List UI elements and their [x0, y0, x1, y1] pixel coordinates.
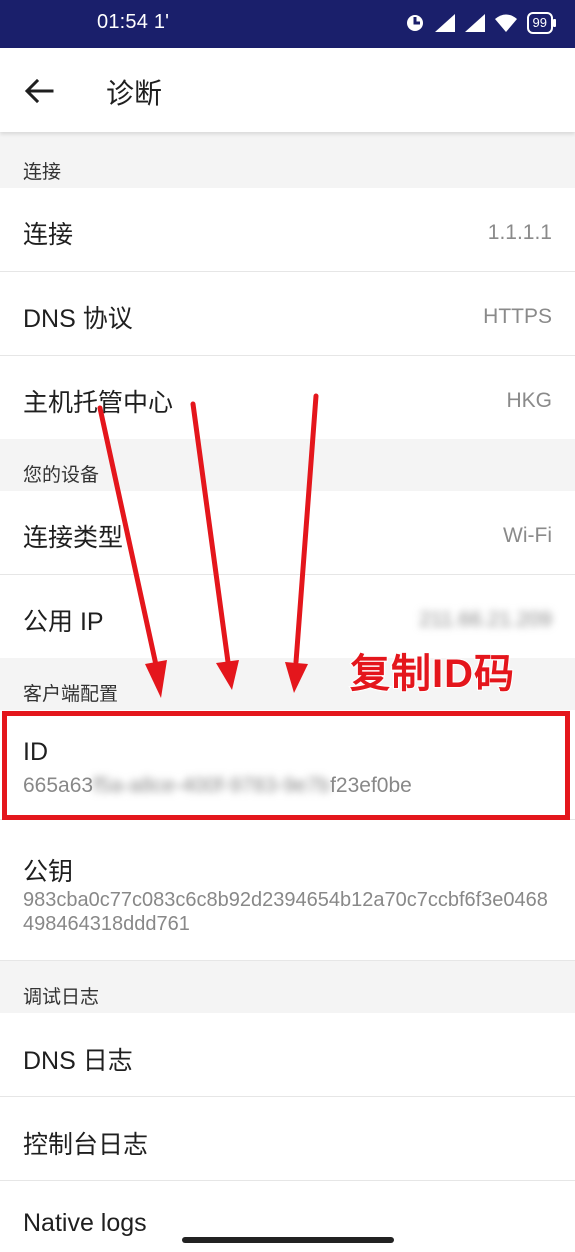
- signal-icon: [434, 14, 455, 32]
- wifi-icon: [494, 14, 517, 32]
- row-colo[interactable]: 主机托管中心 HKG: [0, 356, 575, 439]
- row-label: DNS 协议: [23, 305, 133, 333]
- gesture-nav-bar[interactable]: [182, 1237, 394, 1243]
- row-value: HTTPS: [483, 305, 552, 328]
- row-value: 1.1.1.1: [487, 221, 552, 244]
- row-label: 主机托管中心: [23, 389, 174, 417]
- section-header-device: 您的设备: [0, 439, 575, 491]
- row-dns-protocol[interactable]: DNS 协议 HTTPS: [0, 272, 575, 356]
- annotation-text: 复制ID码: [349, 651, 515, 697]
- app-bar: 诊断: [0, 48, 575, 132]
- row-public-key[interactable]: 公钥 983cba0c77c083c6c8b92d2394654b12a70c7…: [0, 820, 575, 961]
- signal-2-icon: [464, 14, 485, 32]
- data-saver-icon: [406, 15, 423, 31]
- highlight-box: [2, 711, 570, 820]
- status-bar: 01:54 1' 99: [0, 0, 575, 48]
- battery-icon: 99: [526, 12, 557, 34]
- pubkey-value[interactable]: 983cba0c77c083c6c8b92d2394654b12a70c7ccb…: [23, 888, 553, 936]
- row-value: Wi-Fi: [503, 524, 552, 547]
- row-label: 公用 IP: [23, 608, 104, 636]
- row-label: 连接类型: [23, 524, 124, 552]
- back-arrow-icon[interactable]: [22, 74, 56, 108]
- row-label: Native logs: [23, 1209, 147, 1237]
- row-connection-type[interactable]: 连接类型 Wi-Fi: [0, 491, 575, 575]
- row-connection[interactable]: 连接 1.1.1.1: [0, 188, 575, 272]
- status-icons: 99: [405, 12, 557, 34]
- page-title: 诊断: [106, 78, 163, 109]
- row-label: 控制台日志: [23, 1131, 149, 1159]
- row-console-log[interactable]: 控制台日志: [0, 1097, 575, 1181]
- public-ip-value-blurred: 211.66.21.209: [419, 608, 552, 631]
- row-dns-log[interactable]: DNS 日志: [0, 1013, 575, 1097]
- pubkey-label: 公钥: [23, 858, 74, 886]
- status-time: 01:54 1': [97, 11, 170, 33]
- row-label: DNS 日志: [23, 1047, 133, 1075]
- section-header-debug: 调试日志: [0, 961, 575, 1013]
- section-header-connection: 连接: [0, 132, 575, 188]
- row-label: 连接: [23, 221, 74, 249]
- row-value: HKG: [506, 389, 552, 412]
